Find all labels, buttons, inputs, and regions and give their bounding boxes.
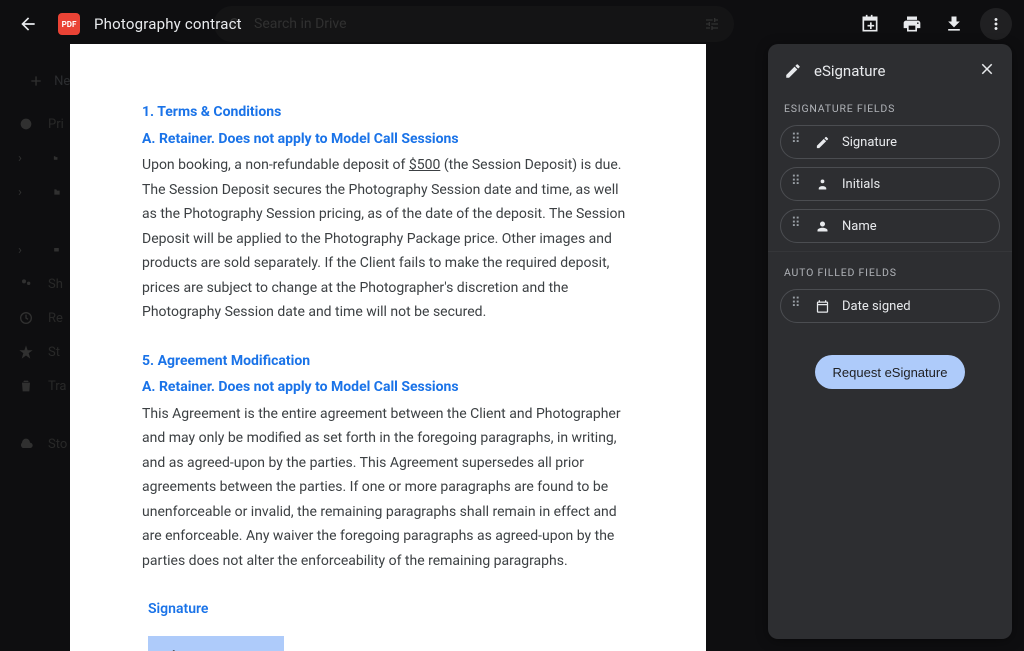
- calendar-icon: [815, 299, 830, 314]
- request-esignature-button[interactable]: Request eSignature: [815, 355, 966, 389]
- doc-section-1-heading: 1. Terms & Conditions: [142, 100, 634, 125]
- drag-handle-icon: [793, 219, 803, 233]
- doc-section-5-body: This Agreement is the entire agreement b…: [142, 402, 634, 574]
- initials-icon: [815, 177, 830, 192]
- file-title: Photography contract: [94, 15, 242, 33]
- esignature-fields-label: ESIGNATURE FIELDS: [768, 102, 1012, 125]
- more-button[interactable]: [980, 8, 1012, 40]
- pdf-file-icon: PDF: [58, 13, 80, 35]
- document-page: 1. Terms & Conditions A. Retainer. Does …: [70, 44, 706, 651]
- doc-section-5-sub: A. Retainer. Does not apply to Model Cal…: [142, 375, 634, 400]
- pen-icon: [815, 135, 830, 150]
- viewer-header: PDF Photography contract: [0, 0, 1024, 48]
- esignature-panel: eSignature ESIGNATURE FIELDS Signature I…: [768, 44, 1012, 639]
- field-name[interactable]: Name: [780, 209, 1000, 243]
- field-initials-label: Initials: [842, 177, 880, 192]
- signature-field-placeholder[interactable]: [148, 636, 284, 651]
- close-icon: [978, 60, 996, 78]
- download-button[interactable]: [938, 8, 970, 40]
- field-name-label: Name: [842, 219, 877, 234]
- field-signature[interactable]: Signature: [780, 125, 1000, 159]
- doc-section-5-heading: 5. Agreement Modification: [142, 349, 634, 374]
- back-button[interactable]: [12, 8, 44, 40]
- field-date-signed-label: Date signed: [842, 299, 911, 314]
- person-icon: [815, 219, 830, 234]
- field-initials[interactable]: Initials: [780, 167, 1000, 201]
- doc-section-1-sub: A. Retainer. Does not apply to Model Cal…: [142, 127, 634, 152]
- add-to-drive-button[interactable]: [854, 8, 886, 40]
- drag-handle-icon: [793, 299, 803, 313]
- field-signature-label: Signature: [842, 135, 897, 150]
- drag-handle-icon: [793, 135, 803, 149]
- signature-label: Signature: [148, 597, 634, 622]
- doc-section-1-body: Upon booking, a non-refundable deposit o…: [142, 153, 634, 325]
- print-button[interactable]: [896, 8, 928, 40]
- pen-icon: [784, 62, 802, 80]
- close-button[interactable]: [978, 60, 996, 82]
- deposit-amount: $500: [409, 157, 440, 173]
- auto-filled-fields-label: AUTO FILLED FIELDS: [768, 251, 1012, 289]
- esignature-panel-title: eSignature: [814, 62, 966, 80]
- field-date-signed[interactable]: Date signed: [780, 289, 1000, 323]
- drag-handle-icon: [793, 177, 803, 191]
- pen-icon: [162, 648, 178, 651]
